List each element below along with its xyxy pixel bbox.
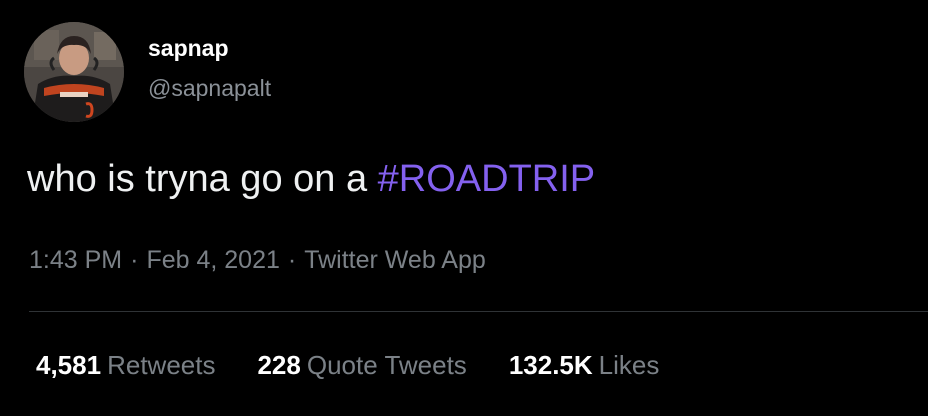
tweet-source[interactable]: Twitter Web App	[304, 246, 486, 274]
tweet-text: who is tryna go on a #ROADTRIP	[27, 156, 595, 202]
retweets-label: Retweets	[107, 350, 216, 380]
quote-tweets-stat[interactable]: 228 Quote Tweets	[257, 349, 466, 381]
avatar-photo	[24, 22, 124, 122]
hashtag-link[interactable]: #ROADTRIP	[378, 158, 595, 200]
quote-tweets-label: Quote Tweets	[306, 350, 467, 380]
author-info: sapnap @sapnapalt	[148, 34, 271, 102]
likes-label: Likes	[598, 350, 660, 380]
retweets-count: 4,581	[36, 350, 102, 380]
separator: ·	[287, 246, 297, 274]
tweet-body: who is tryna go on a	[27, 158, 378, 200]
retweets-stat[interactable]: 4,581 Retweets	[36, 349, 215, 381]
author-handle[interactable]: @sapnapalt	[148, 74, 271, 102]
avatar[interactable]	[24, 22, 124, 122]
tweet-time[interactable]: 1:43 PM	[29, 246, 122, 274]
separator: ·	[130, 246, 139, 274]
likes-stat[interactable]: 132.5K Likes	[509, 349, 660, 381]
likes-count: 132.5K	[508, 350, 593, 380]
author-display-name[interactable]: sapnap	[148, 34, 271, 62]
tweet-metadata: 1:43 PM · Feb 4, 2021 · Twitter Web App	[29, 244, 486, 276]
divider	[29, 311, 928, 312]
tweet: sapnap @sapnapalt who is tryna go on a #…	[0, 0, 928, 416]
tweet-date[interactable]: Feb 4, 2021	[146, 246, 279, 274]
quote-tweets-count: 228	[257, 350, 301, 380]
tweet-stats: 4,581 Retweets 228 Quote Tweets 132.5K Like…	[36, 349, 659, 381]
